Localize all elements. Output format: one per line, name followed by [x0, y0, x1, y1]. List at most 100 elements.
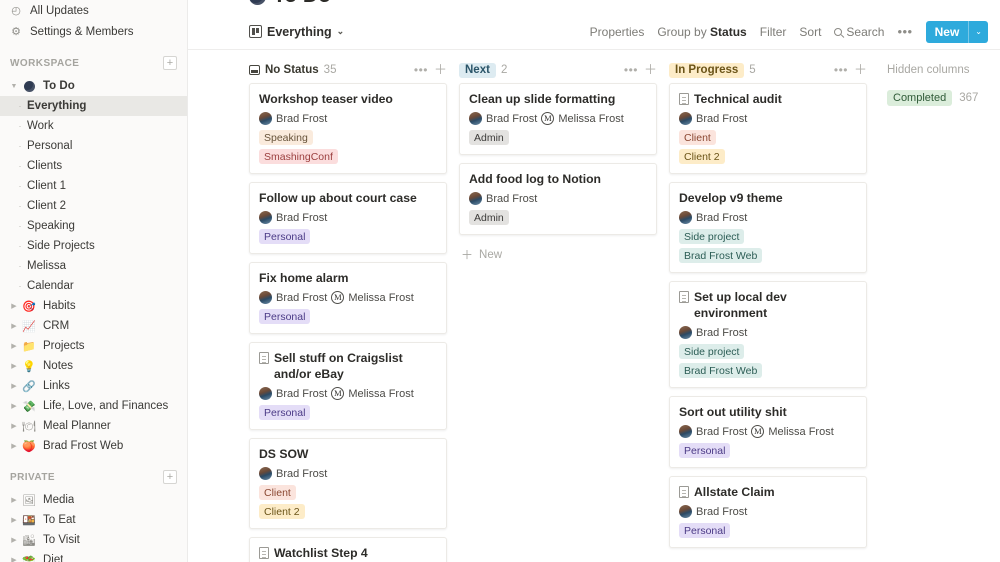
column-more-options-icon[interactable]: •••	[414, 63, 428, 77]
board-column-in-progress: In Progress5•••＋Technical auditBrad Fros…	[669, 57, 876, 562]
card[interactable]: Add food log to NotionBrad FrostAdmin	[459, 163, 657, 235]
disclosure-triangle-icon[interactable]: ▼	[8, 83, 20, 90]
group-by-button[interactable]: Group by Status	[657, 25, 746, 39]
sidebar-item-diet[interactable]: ▶🥗Diet	[0, 550, 187, 562]
person-name: Melissa Frost	[768, 426, 833, 438]
sidebar-item-label: Media	[43, 494, 74, 506]
disclosure-triangle-icon[interactable]: ▶	[8, 536, 20, 544]
add-private-page-button[interactable]: +	[163, 470, 177, 484]
sidebar-item-settings-members[interactable]: ⚙Settings & Members	[0, 21, 187, 42]
disclosure-triangle-icon[interactable]: ▶	[8, 362, 20, 370]
card[interactable]: Follow up about court caseBrad FrostPers…	[249, 182, 447, 254]
sidebar-item-client-1[interactable]: ·Client 1	[0, 176, 187, 196]
add-workspace-page-button[interactable]: +	[163, 56, 177, 70]
disclosure-triangle-icon[interactable]: ▶	[8, 442, 20, 450]
card-title: Develop v9 theme	[679, 190, 857, 206]
sidebar-item-to-do[interactable]: ▼To Do	[0, 76, 187, 96]
card-title-text: DS SOW	[259, 446, 308, 462]
card-tags: Side projectBrad Frost Web	[679, 344, 857, 378]
sidebar-item-calendar[interactable]: ·Calendar	[0, 276, 187, 296]
add-new-card-button[interactable]: ＋New	[459, 243, 657, 263]
card-title: Sell stuff on Craigslist and/or eBay	[259, 350, 437, 382]
sidebar-item-speaking[interactable]: ·Speaking	[0, 216, 187, 236]
card-tags: Personal	[259, 405, 437, 420]
group-by-prefix: Group by	[657, 25, 710, 39]
card[interactable]: Sort out utility shitBrad FrostMMelissa …	[669, 396, 867, 468]
sidebar-item-crm[interactable]: ▶📈CRM	[0, 316, 187, 336]
column-header-name-wrap: Next2	[459, 63, 618, 78]
document-icon	[259, 547, 269, 559]
more-options-icon[interactable]: •••	[897, 24, 912, 39]
card-title: Technical audit	[679, 91, 857, 107]
card[interactable]: Clean up slide formattingBrad FrostMMeli…	[459, 83, 657, 155]
add-new-card-button[interactable]: ＋New	[669, 556, 867, 562]
sidebar-item-media[interactable]: ▶🖼Media	[0, 490, 187, 510]
sidebar-item-everything[interactable]: ·Everything	[0, 96, 187, 116]
target-emoji: 🎯	[21, 299, 37, 313]
column-more-options-icon[interactable]: •••	[624, 63, 638, 77]
disclosure-triangle-icon[interactable]: ▶	[8, 516, 20, 524]
sidebar-item-clients[interactable]: ·Clients	[0, 156, 187, 176]
card-title: Allstate Claim	[679, 484, 857, 500]
sidebar-item-life-love-and-finances[interactable]: ▶💸Life, Love, and Finances	[0, 396, 187, 416]
new-button-chevron-down-icon[interactable]: ⌄	[969, 27, 988, 36]
card-tags: Personal	[259, 309, 437, 324]
avatar	[259, 467, 272, 480]
disclosure-triangle-icon[interactable]: ▶	[8, 322, 20, 330]
sidebar-item-to-visit[interactable]: ▶🏙To Visit	[0, 530, 187, 550]
card[interactable]: DS SOWBrad FrostClientClient 2	[249, 438, 447, 529]
card-tags: ClientClient 2	[259, 485, 437, 519]
disclosure-triangle-icon[interactable]: ▶	[8, 302, 20, 310]
card[interactable]: Allstate ClaimBrad FrostPersonal	[669, 476, 867, 548]
kanban-board: No Status35•••＋Workshop teaser videoBrad…	[188, 50, 1000, 562]
card-person: Brad Frost	[259, 211, 327, 224]
tab-everything[interactable]: Everything ⌄	[249, 25, 344, 39]
new-button[interactable]: New ⌄	[926, 21, 988, 43]
sidebar-item-label: Clients	[27, 160, 62, 172]
column-add-card-icon[interactable]: ＋	[644, 64, 657, 76]
sidebar-item-all-updates[interactable]: ◴All Updates	[0, 0, 187, 21]
disclosure-triangle-icon[interactable]: ▶	[8, 556, 20, 562]
sidebar-item-brad-frost-web[interactable]: ▶🍑Brad Frost Web	[0, 436, 187, 456]
card[interactable]: Technical auditBrad FrostClientClient 2	[669, 83, 867, 174]
tag: Admin	[469, 210, 509, 225]
card[interactable]: Workshop teaser videoBrad FrostSpeakingS…	[249, 83, 447, 174]
card[interactable]: Fix home alarmBrad FrostMMelissa FrostPe…	[249, 262, 447, 334]
properties-button[interactable]: Properties	[590, 25, 645, 39]
sidebar-item-client-2[interactable]: ·Client 2	[0, 196, 187, 216]
sidebar-item-habits[interactable]: ▶🎯Habits	[0, 296, 187, 316]
filter-button[interactable]: Filter	[760, 25, 787, 39]
toolbar-actions: Properties Group by Status Filter Sort S…	[590, 21, 988, 43]
sidebar-item-links[interactable]: ▶🔗Links	[0, 376, 187, 396]
disclosure-triangle-icon[interactable]: ▶	[8, 382, 20, 390]
sidebar-item-melissa[interactable]: ·Melissa	[0, 256, 187, 276]
hidden-column-item[interactable]: Completed367	[887, 83, 1000, 106]
card-title-text: Clean up slide formatting	[469, 91, 615, 107]
disclosure-triangle-icon[interactable]: ▶	[8, 402, 20, 410]
card-title-text: Allstate Claim	[694, 484, 775, 500]
disclosure-triangle-icon[interactable]: ▶	[8, 496, 20, 504]
card[interactable]: Sell stuff on Craigslist and/or eBayBrad…	[249, 342, 447, 430]
sidebar-item-work[interactable]: ·Work	[0, 116, 187, 136]
disclosure-triangle-icon[interactable]: ▶	[8, 342, 20, 350]
card[interactable]: Watchlist Step 4Brad FrostClient	[249, 537, 447, 562]
sidebar-item-meal-planner[interactable]: ▶🍽Meal Planner	[0, 416, 187, 436]
column-add-card-icon[interactable]: ＋	[854, 64, 867, 76]
sidebar-item-projects[interactable]: ▶📁Projects	[0, 336, 187, 356]
sidebar-item-notes[interactable]: ▶💡Notes	[0, 356, 187, 376]
column-count: 2	[501, 64, 507, 76]
column-add-card-icon[interactable]: ＋	[434, 64, 447, 76]
sidebar-item-to-eat[interactable]: ▶🍱To Eat	[0, 510, 187, 530]
sidebar-item-side-projects[interactable]: ·Side Projects	[0, 236, 187, 256]
chevron-down-icon[interactable]: ⌄	[337, 26, 345, 37]
card[interactable]: Set up local dev environmentBrad FrostSi…	[669, 281, 867, 388]
card[interactable]: Develop v9 themeBrad FrostSide projectBr…	[669, 182, 867, 273]
avatar: M	[331, 291, 344, 304]
sort-button[interactable]: Sort	[799, 25, 821, 39]
disclosure-triangle-icon[interactable]: ▶	[8, 422, 20, 430]
column-more-options-icon[interactable]: •••	[834, 63, 848, 77]
sidebar-section-workspace-title: WORKSPACE	[10, 58, 79, 69]
avatar	[679, 326, 692, 339]
sidebar-item-personal[interactable]: ·Personal	[0, 136, 187, 156]
search-button[interactable]: Search	[834, 25, 884, 39]
